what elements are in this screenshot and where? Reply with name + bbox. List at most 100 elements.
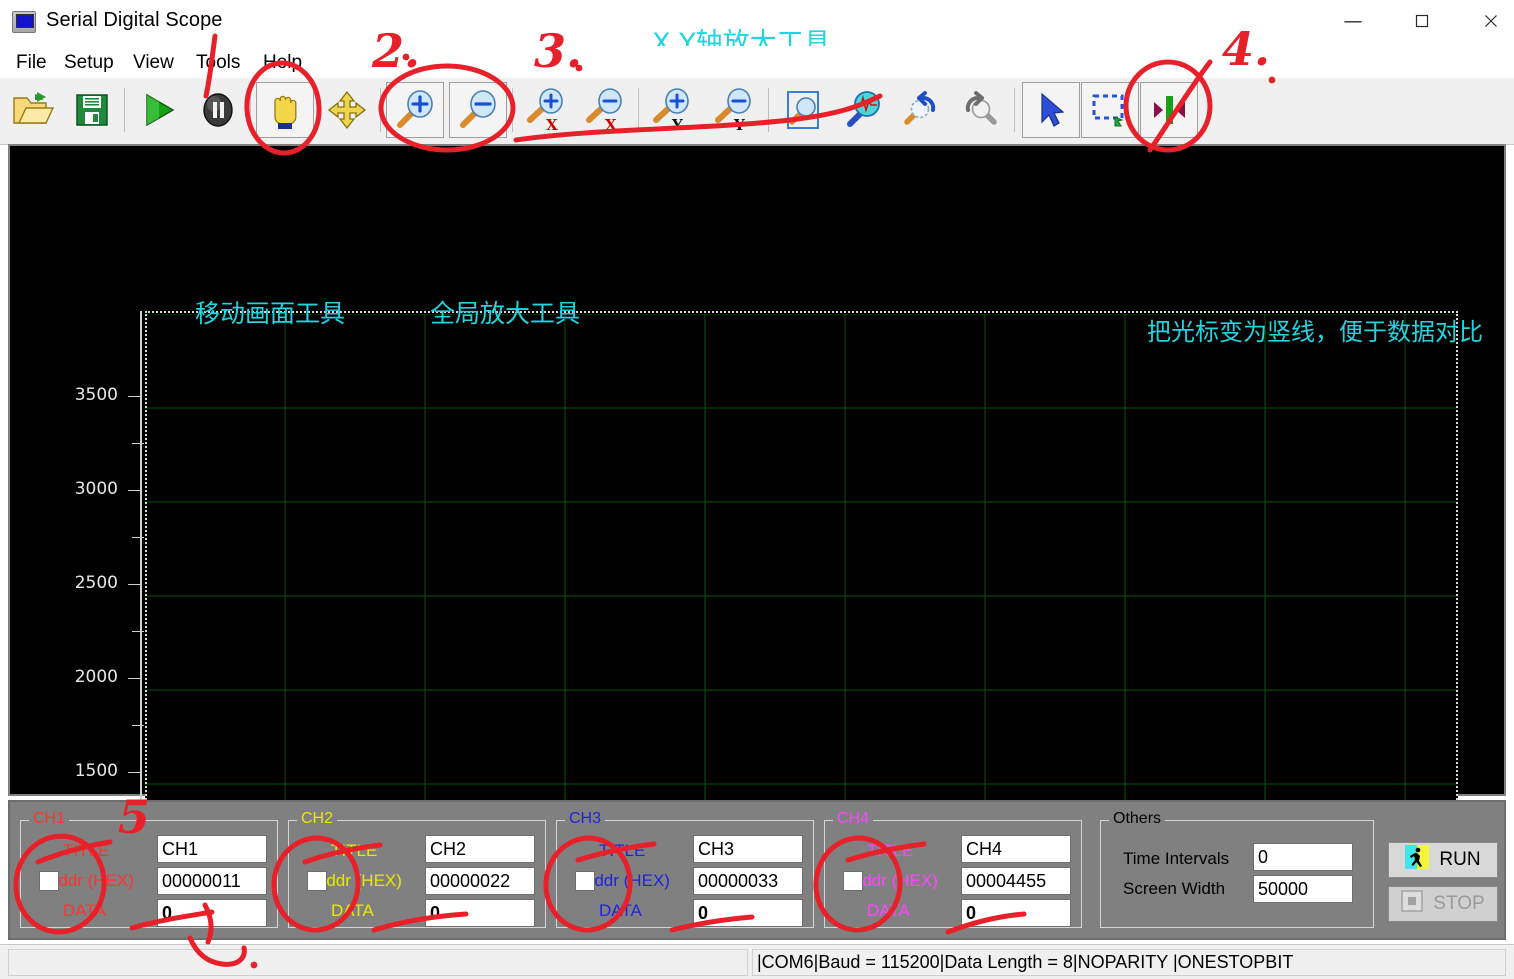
magnifier-redo-icon	[952, 83, 1008, 137]
ch1-addr-label: Addr (HEX)	[47, 871, 134, 891]
cursor-vertical-line-button[interactable]	[1140, 82, 1198, 138]
magnifier-rectangle-icon	[775, 83, 831, 137]
ch4-addr-input[interactable]: 00004455	[961, 867, 1071, 895]
time-intervals-label: Time Intervals	[1123, 849, 1229, 869]
stop-label: STOP	[1433, 893, 1484, 915]
ch2-title-input[interactable]: CH2	[425, 835, 535, 863]
status-bar: |COM6|Baud = 115200|Data Length = 8|NOPA…	[0, 944, 1514, 979]
zoom-fit-wave-button[interactable]	[833, 82, 891, 138]
ch2-data-label: DATA	[331, 901, 374, 921]
menu-item-setup[interactable]: Setup	[58, 50, 120, 76]
screen-width-input[interactable]: 50000	[1253, 875, 1353, 903]
window-title: Serial Digital Scope	[46, 9, 223, 32]
pause-button[interactable]	[189, 82, 247, 138]
zoom-in-x-button[interactable]: X	[518, 82, 576, 138]
maximize-button[interactable]	[1399, 0, 1445, 42]
ch3-data-label: DATA	[599, 901, 642, 921]
move-button[interactable]	[318, 82, 376, 138]
ch3-title-input[interactable]: CH3	[693, 835, 803, 863]
zoom-to-rect-button[interactable]	[774, 82, 832, 138]
y-tick-label: 3500	[58, 385, 118, 405]
channel-group-label-ch4: CH4	[833, 810, 873, 828]
y-tick-label: 3000	[58, 479, 118, 499]
chart-plot-area[interactable]	[145, 314, 1458, 881]
svg-text:X: X	[605, 116, 617, 133]
maximize-icon	[1399, 0, 1445, 42]
run-button[interactable]: RUN	[1388, 842, 1498, 878]
ch1-title-input[interactable]: CH1	[157, 835, 267, 863]
annotation-global-zoom-tool: 全局放大工具	[430, 294, 580, 330]
minimize-button[interactable]: —	[1330, 0, 1376, 42]
magnifier-minus-x-icon: X	[578, 83, 634, 137]
time-intervals-input[interactable]: 0	[1253, 843, 1353, 871]
zoom-undo-button[interactable]	[892, 82, 950, 138]
magnifier-plus-y-icon: Y	[645, 83, 701, 137]
ch4-data-label: DATA	[867, 901, 910, 921]
running-man-icon	[1405, 845, 1429, 875]
channel-group-ch4: CH4 TITLE Addr (HEX) DATA CH4 00004455 0	[824, 820, 1082, 928]
menu-item-view[interactable]: View	[127, 50, 180, 76]
menu-item-file[interactable]: File	[10, 50, 53, 76]
others-group-label: Others	[1109, 810, 1165, 828]
ch3-title-label: TITLE	[599, 841, 645, 861]
ch2-data-value: 0	[425, 899, 535, 927]
arrow-pointer-icon	[1023, 83, 1079, 137]
play-button[interactable]	[130, 82, 188, 138]
ch1-addr-input[interactable]: 00000011	[157, 867, 267, 895]
ch3-visible-checkbox[interactable]	[575, 871, 595, 891]
ch4-addr-label: Addr (HEX)	[851, 871, 938, 891]
close-button[interactable]	[1468, 0, 1514, 42]
ch1-visible-checkbox[interactable]	[39, 871, 59, 891]
status-serial-settings: |COM6|Baud = 115200|Data Length = 8|NOPA…	[752, 949, 1506, 976]
zoom-in-y-button[interactable]: Y	[644, 82, 702, 138]
rect-select-button[interactable]	[1081, 82, 1139, 138]
zoom-redo-button[interactable]	[951, 82, 1009, 138]
ch3-data-value: 0	[693, 899, 803, 927]
channel-group-ch1: CH1 TITLE Addr (HEX) DATA CH1 00000011 0	[20, 820, 278, 928]
ch1-title-label: TITLE	[63, 841, 109, 861]
ch1-data-label: DATA	[63, 901, 106, 921]
toolbar: X X Y	[0, 78, 1514, 145]
control-panel: CH1 TITLE Addr (HEX) DATA CH1 00000011 0…	[8, 800, 1506, 940]
ch3-addr-input[interactable]: 00000033	[693, 867, 803, 895]
ch1-data-value: 0	[157, 899, 267, 927]
svg-text:Y: Y	[733, 116, 745, 133]
status-left-field	[8, 949, 748, 976]
ch4-title-input[interactable]: CH4	[961, 835, 1071, 863]
save-file-button[interactable]	[63, 82, 121, 138]
menu-item-help[interactable]: Help	[257, 50, 308, 76]
pointer-tool-button[interactable]	[1022, 82, 1080, 138]
open-file-button[interactable]	[4, 82, 62, 138]
magnifier-minus-icon	[450, 83, 506, 137]
zoom-in-button[interactable]	[386, 82, 444, 138]
magnifier-undo-icon	[893, 83, 949, 137]
magnifier-minus-y-icon: Y	[707, 83, 763, 137]
chart-panel[interactable]: 3500 3000 2500 2000 1500 1000 22400 2260…	[8, 144, 1506, 796]
pause-circle-icon	[190, 83, 246, 137]
ch2-visible-checkbox[interactable]	[307, 871, 327, 891]
minimize-icon: —	[1330, 0, 1376, 42]
menu-item-tools[interactable]: Tools	[190, 50, 246, 76]
channel-group-label-ch1: CH1	[29, 810, 69, 828]
channel-group-ch3: CH3 TITLE Addr (HEX) DATA CH3 00000033 0	[556, 820, 814, 928]
run-label: RUN	[1439, 849, 1480, 871]
vertical-cursor-bar-icon	[1141, 83, 1197, 137]
chart-grid	[145, 314, 1458, 881]
annotation-pan-tool: 移动画面工具	[195, 294, 345, 330]
zoom-out-y-button[interactable]: Y	[706, 82, 764, 138]
play-triangle-icon	[131, 83, 187, 137]
pan-button[interactable]	[256, 82, 314, 138]
close-icon	[1468, 0, 1514, 42]
magnifier-plus-x-icon: X	[519, 83, 575, 137]
four-arrows-move-icon	[319, 83, 375, 137]
app-scope-icon	[12, 11, 36, 33]
stop-button[interactable]: STOP	[1388, 886, 1498, 922]
channel-group-ch2: CH2 TITLE Addr (HEX) DATA CH2 00000022 0	[288, 820, 546, 928]
ch4-visible-checkbox[interactable]	[843, 871, 863, 891]
hand-pan-icon	[257, 83, 313, 137]
ch2-addr-input[interactable]: 00000022	[425, 867, 535, 895]
svg-text:Y: Y	[671, 116, 683, 133]
zoom-out-x-button[interactable]: X	[577, 82, 635, 138]
magnifier-plus-icon	[387, 83, 443, 137]
zoom-out-button[interactable]	[449, 82, 507, 138]
